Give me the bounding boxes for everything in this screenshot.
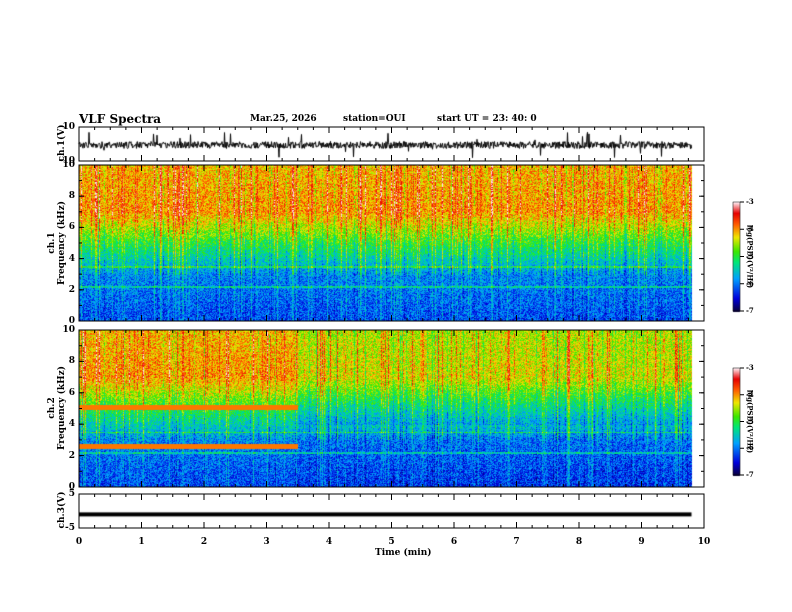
x-tick-label: 9: [638, 537, 645, 547]
ch1-spectrogram-ytick-label: 6: [68, 222, 75, 233]
x-tick-label: 6: [450, 537, 458, 547]
ch1-spectrogram-ytick-label: 4: [68, 253, 75, 264]
axes-layer: [78, 126, 744, 529]
ch2-label: ch.2: [47, 397, 57, 419]
colorbar-tick-label: -4: [746, 224, 754, 234]
colorbar-tick-label: -6: [746, 443, 754, 453]
x-tick-label: 8: [575, 537, 583, 547]
colorbar-2: [732, 367, 741, 476]
x-tick-label: 0: [75, 537, 83, 547]
colorbar-tick-label: -3: [746, 363, 754, 372]
ch2-spectrogram-ytick-label: 2: [68, 450, 75, 461]
x-tick-label: 2: [200, 537, 208, 547]
ch1-spectrogram-ylabel: ch.1 Frequency (kHz): [47, 193, 67, 293]
x-tick-label: 1: [138, 537, 145, 547]
ch1-spectrogram-ytick-label: 8: [68, 191, 75, 202]
x-tick-label: 4: [325, 537, 333, 547]
figure-title: VLF Spectra: [79, 112, 162, 126]
ch3-waveform-ytick-label: 5: [68, 489, 75, 499]
colorbar-tick-label: -6: [746, 278, 754, 288]
colorbar-1: [732, 201, 741, 312]
x-tick-label: 5: [388, 537, 395, 547]
colorbar-tick-label: -5: [746, 416, 754, 426]
ch2-spectrogram-ytick-label: 8: [68, 356, 75, 367]
x-tick-label: 7: [513, 537, 520, 547]
vlf-spectra-figure: VLF Spectra Mar.25, 2026 station=OUI sta…: [0, 0, 792, 612]
colorbar-tick-label: -7: [746, 306, 754, 315]
colorbar-tick-label: -4: [746, 389, 754, 399]
station-label: station=OUI: [343, 114, 406, 124]
ch1-label: ch.1: [47, 232, 57, 254]
start-time-label: start UT = 23: 40: 0: [437, 114, 537, 124]
ch2-spectrogram-ytick-label: 6: [68, 387, 75, 398]
colorbar-tick-label: -5: [746, 251, 754, 261]
ch2-spectrogram-ylabel: ch.2 Frequency (kHz): [47, 358, 67, 458]
ch1-spectrogram-ytick-label: 10: [62, 160, 75, 170]
ch1-waveform-ytick-label: 10: [62, 122, 75, 132]
ch1-spectrogram-ytick-label: 2: [68, 284, 75, 295]
ch1-spectrogram-frame: [78, 164, 705, 322]
colorbar-tick-label: -3: [746, 197, 754, 206]
colorbar-tick-label: -7: [746, 470, 754, 479]
frequency-label: Frequency (kHz): [57, 201, 67, 286]
ch3-waveform-ytick-label: -5: [65, 523, 75, 533]
ch2-spectrogram-ytick-label: 4: [68, 419, 75, 430]
date-label: Mar.25, 2026: [250, 114, 317, 124]
ch2-spectrogram-ytick-label: 10: [62, 325, 75, 335]
x-tick-label: 10: [697, 537, 711, 547]
x-axis-label: Time (min): [375, 548, 432, 558]
frequency-label: Frequency (kHz): [57, 366, 67, 451]
ch2-spectrogram-frame: [78, 329, 705, 488]
x-tick-label: 3: [263, 537, 270, 547]
